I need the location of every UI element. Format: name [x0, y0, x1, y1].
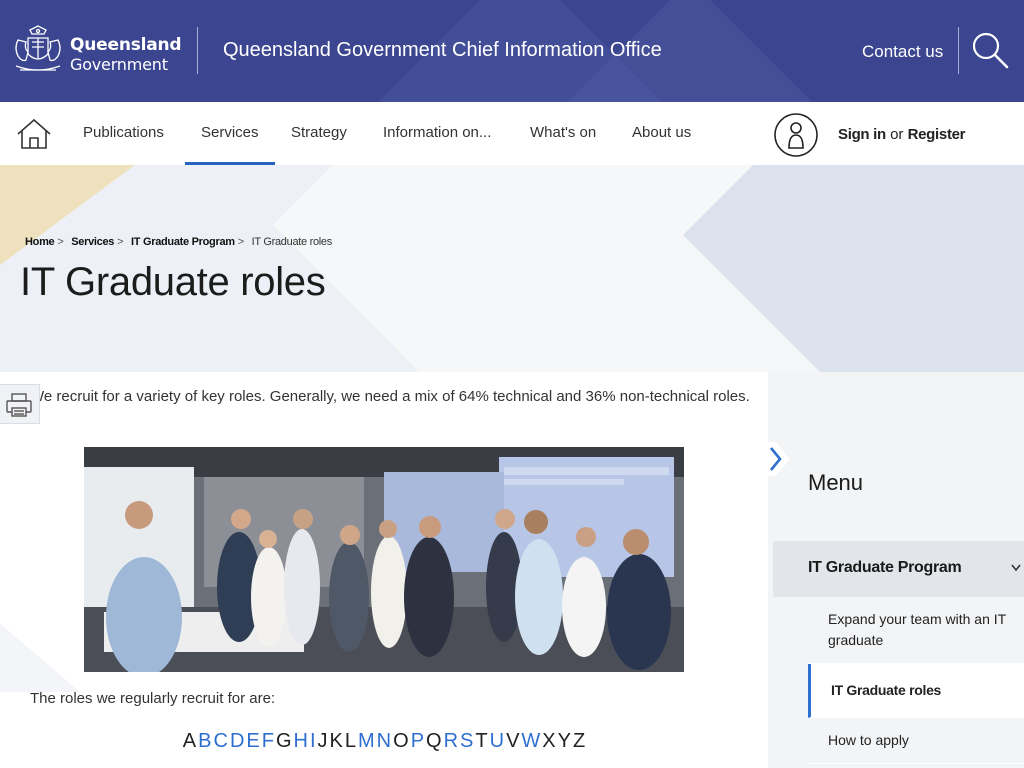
nav-item-strategy[interactable]: Strategy: [291, 124, 347, 141]
nav-item-services[interactable]: Services: [185, 124, 274, 165]
alphabet-letter-f[interactable]: F: [262, 730, 274, 752]
intro-paragraph: We recruit for a variety of key roles. G…: [30, 388, 750, 405]
alphabet-letter-b[interactable]: B: [198, 730, 211, 752]
alphabet-letter-q: Q: [426, 730, 442, 752]
sign-in-link[interactable]: Sign in: [838, 126, 886, 143]
roles-lead-text: The roles we regularly recruit for are:: [30, 690, 276, 707]
alphabet-letter-w[interactable]: W: [521, 730, 540, 752]
alphabet-letter-j: J: [317, 730, 328, 752]
coat-of-arms-icon: [15, 25, 61, 71]
print-button[interactable]: [0, 384, 40, 424]
breadcrumb-separator: >: [117, 236, 124, 248]
menu-item-it-graduate-program[interactable]: IT Graduate Program: [773, 541, 1024, 597]
or-text: or: [890, 126, 904, 143]
graduates-networking-photo: [84, 447, 684, 672]
alphabet-letter-h[interactable]: H: [294, 730, 308, 752]
menu-title: Menu: [808, 470, 864, 495]
printer-icon: [6, 393, 32, 417]
alphabet-letter-v: V: [506, 730, 520, 752]
search-icon[interactable]: [970, 30, 1010, 70]
breadcrumb-it-graduate-program[interactable]: IT Graduate Program: [131, 236, 235, 248]
header-divider: [958, 27, 959, 74]
register-link[interactable]: Register: [908, 126, 966, 143]
alphabet-letter-e[interactable]: E: [246, 730, 259, 752]
page-title: IT Graduate roles: [20, 260, 326, 304]
breadcrumb-services[interactable]: Services: [71, 236, 114, 248]
alphabet-letter-d[interactable]: D: [230, 730, 244, 752]
alphabet-letter-k: K: [329, 730, 343, 752]
page-hero: Home > Services > IT Graduate Program > IT …: [0, 165, 1024, 372]
alphabet-letter-n[interactable]: N: [377, 730, 391, 752]
breadcrumb-current: IT Graduate roles: [251, 236, 333, 248]
alphabet-letter-y: Y: [557, 730, 571, 752]
logo-text-government: Government: [70, 55, 168, 74]
alphabet-letter-x: X: [542, 730, 556, 752]
alphabet-letter-c[interactable]: C: [213, 730, 227, 752]
decorative-shape: [0, 572, 80, 692]
chevron-down-icon[interactable]: [1010, 563, 1022, 573]
nav-item-publications[interactable]: Publications: [83, 124, 164, 141]
breadcrumb-separator: >: [57, 236, 64, 248]
alphabet-letter-i[interactable]: I: [310, 730, 316, 752]
alphabet-letter-a: A: [182, 730, 197, 752]
menu-parent-label: IT Graduate Program: [808, 559, 962, 576]
menu-item-expand-your-team[interactable]: Expand your team with an IT graduate: [808, 597, 1024, 664]
alphabet-letter-u[interactable]: U: [490, 730, 504, 752]
menu-item-how-to-apply[interactable]: How to apply: [808, 718, 1024, 764]
alphabet-letter-m[interactable]: M: [358, 730, 375, 752]
header-divider: [197, 27, 198, 74]
breadcrumb-separator: >: [237, 236, 244, 248]
home-icon[interactable]: [16, 117, 52, 151]
alphabet-index: ABCDEFGHIJKLMNOPQRSTUVWXYZ: [0, 730, 768, 753]
contact-us-link[interactable]: Contact us: [862, 42, 943, 62]
alphabet-letter-z: Z: [572, 730, 586, 752]
main-content: We recruit for a variety of key roles. G…: [0, 372, 768, 768]
logo-text-queensland: Queensland: [70, 35, 182, 55]
alphabet-letter-g: G: [275, 730, 292, 752]
main-nav: Publications Services Strategy Informati…: [0, 102, 1024, 165]
breadcrumb: Home > Services > IT Graduate Program > IT …: [25, 236, 332, 248]
site-title[interactable]: Queensland Government Chief Information …: [223, 39, 662, 62]
account-links: Sign in or Register: [838, 126, 966, 143]
menu-item-it-graduate-roles[interactable]: IT Graduate roles: [808, 664, 1024, 718]
alphabet-letter-l: L: [344, 730, 356, 752]
decorative-shape: [0, 165, 135, 265]
user-icon[interactable]: [773, 112, 819, 158]
alphabet-letter-o: O: [393, 730, 409, 752]
site-header: Queensland Government Queensland Governm…: [0, 0, 1024, 102]
alphabet-letter-p[interactable]: P: [411, 730, 424, 752]
chevron-right-icon[interactable]: [762, 442, 790, 476]
qld-government-logo[interactable]: Queensland Government: [10, 24, 182, 76]
alphabet-letter-t: T: [475, 730, 488, 752]
breadcrumb-home[interactable]: Home: [25, 236, 55, 248]
nav-item-about-us[interactable]: About us: [632, 124, 691, 141]
nav-item-information-on[interactable]: Information on...: [383, 124, 491, 141]
nav-item-whats-on[interactable]: What's on: [530, 124, 596, 141]
sidebar: Menu IT Graduate Program Expand your tea…: [762, 372, 1024, 768]
alphabet-letter-r[interactable]: R: [444, 730, 458, 752]
alphabet-letter-s[interactable]: S: [460, 730, 473, 752]
sidebar-menu: IT Graduate Program Expand your team wit…: [773, 541, 1024, 764]
